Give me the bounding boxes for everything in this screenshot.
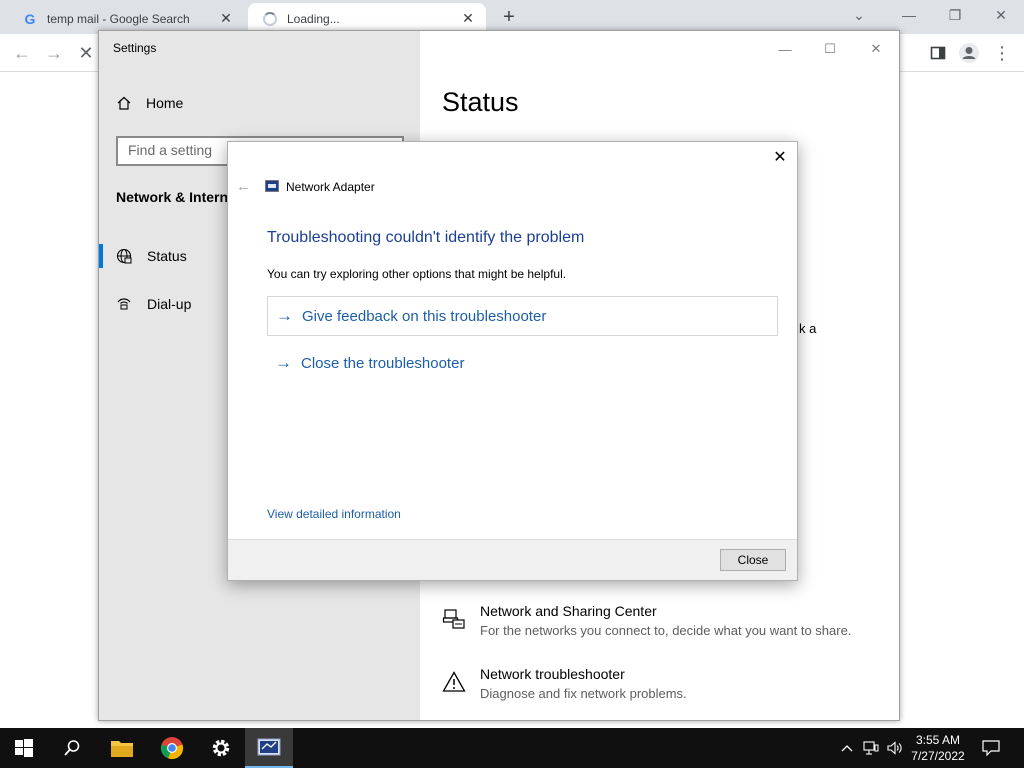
obscured-text-fragment: k a [799,321,817,336]
option-description: Diagnose and fix network problems. [480,686,687,701]
google-g-icon: G [24,10,36,27]
close-button[interactable]: Close [720,549,786,571]
taskbar: 3:55 AM 7/27/2022 [0,728,1024,768]
browser-restore-icon[interactable]: ❐ [932,0,978,30]
forward-arrow-icon[interactable]: → [42,41,66,65]
browser-close-icon[interactable]: ✕ [978,0,1024,30]
file-explorer-icon[interactable] [98,728,146,768]
page-title: Status [442,87,519,117]
dialog-footer: Close [228,539,797,580]
tab-title: temp mail - Google Search [47,11,190,26]
give-feedback-option[interactable]: → Give feedback on this troubleshooter [267,296,778,336]
profile-avatar-icon[interactable] [957,41,981,65]
close-troubleshooter-option[interactable]: → Close the troubleshooter [267,343,778,383]
option-title: Network troubleshooter [480,666,625,682]
sidebar-item-label: Status [147,248,187,264]
option-description: For the networks you connect to, decide … [480,623,852,638]
view-detailed-information-link[interactable]: View detailed information [267,507,401,521]
show-hidden-icons-chevron-icon[interactable] [838,728,856,768]
dialog-heading: Troubleshooting couldn't identify the pr… [267,229,585,246]
action-center-icon[interactable] [976,728,1006,768]
network-sharing-center-link[interactable]: Network and Sharing Center For the netwo… [442,603,851,638]
dialog-close-icon[interactable]: ✕ [771,148,789,166]
volume-icon[interactable] [884,728,906,768]
browser-tab-strip: G temp mail - Google Search ✕ Loading...… [0,0,1024,34]
option-label: Close the troubleshooter [301,354,465,372]
clock-date: 7/27/2022 [911,749,965,763]
sidebar-item-label: Dial-up [147,296,192,312]
stop-loading-icon[interactable]: ✕ [74,41,98,65]
settings-gear-icon[interactable] [197,728,245,768]
settings-home-link[interactable]: Home [116,95,183,111]
side-panel-icon[interactable] [926,41,950,65]
sharing-center-icon [442,609,465,629]
network-status-icon[interactable] [860,728,882,768]
close-tab-icon[interactable]: ✕ [216,9,236,29]
dialog-subtext: You can try exploring other options that… [267,267,567,281]
browser-menu-icon[interactable]: ⋮ [990,41,1014,65]
browser-minimize-icon[interactable]: — [886,0,932,30]
option-title: Network and Sharing Center [480,603,657,619]
loading-spinner-icon [262,11,278,27]
home-label: Home [146,95,184,111]
new-tab-button[interactable]: + [497,6,521,28]
settings-window-title: Settings [113,41,157,55]
network-adapter-icon [265,180,279,192]
troubleshooter-dialog: ✕ ← Network Adapter Troubleshooting coul… [227,141,798,581]
tab-search-icon[interactable]: ⌄ [836,0,882,30]
network-troubleshooter-link[interactable]: Network troubleshooter Diagnose and fix … [442,666,687,701]
option-label: Give feedback on this troubleshooter [302,307,547,325]
taskbar-clock[interactable]: 3:55 AM 7/27/2022 [906,732,970,764]
settings-minimize-icon[interactable]: — [770,39,800,59]
arrow-right-icon: → [276,306,293,325]
globe-icon [115,247,133,265]
back-arrow-icon[interactable]: ← [10,41,34,65]
settings-maximize-icon[interactable]: ☐ [815,39,845,59]
start-icon[interactable] [0,728,48,768]
dialog-app-title: Network Adapter [286,180,375,194]
close-tab-icon[interactable]: ✕ [458,9,478,29]
tab-title: Loading... [287,11,340,26]
dial-up-icon [115,295,133,313]
chrome-icon[interactable] [148,728,196,768]
arrow-right-icon: → [275,353,292,372]
section-title: Network & Interne [116,189,236,205]
back-arrow-icon[interactable]: ← [236,178,252,195]
search-placeholder: Find a setting [128,142,213,158]
network-adapter-taskbar-icon[interactable] [245,728,293,768]
search-icon[interactable] [48,728,96,768]
settings-close-icon[interactable]: ✕ [861,39,891,59]
warning-icon [442,671,466,692]
home-icon [117,96,131,110]
clock-time: 3:55 AM [915,733,961,747]
